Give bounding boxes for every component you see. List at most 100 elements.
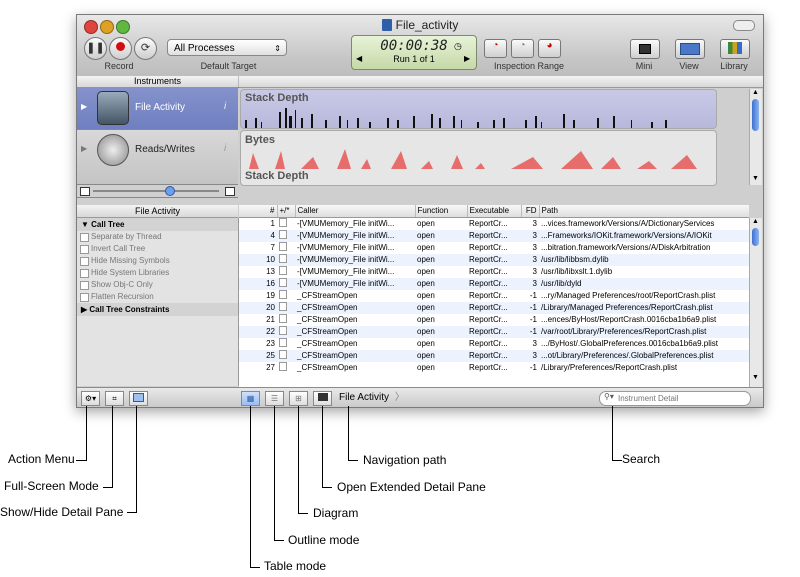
option-hide-missing-symbols[interactable]: Hide Missing Symbols	[77, 255, 238, 267]
mini-button[interactable]	[630, 39, 660, 59]
table-row[interactable]: 20 _CFStreamOpen open ReportCr... -1/Library…	[239, 302, 749, 314]
table-scrollbar[interactable]: ▲ ▼	[749, 218, 762, 387]
option-separate-by-thread[interactable]: Separate by Thread	[77, 231, 238, 243]
table-row[interactable]: 4 -[VMUMemory_File initWi... open ReportCr.…	[239, 230, 749, 242]
next-run-button[interactable]: ▶	[464, 54, 470, 63]
table-row[interactable]: 25 _CFStreamOpen open ReportCr... 3 ...ot/Lib…	[239, 350, 749, 362]
table-row[interactable]: 23 _CFStreamOpen open ReportCr... 3 .../ByHos…	[239, 338, 749, 350]
inspection-start-button[interactable]: ◔	[484, 39, 507, 58]
track-zoom-slider[interactable]	[77, 185, 238, 198]
cell-fd: -1	[529, 363, 537, 372]
inspection-end-icon: ◕	[546, 40, 553, 51]
library-button[interactable]	[720, 39, 750, 59]
navigation-path[interactable]: File Activity 〉	[339, 388, 415, 407]
col-executable[interactable]: Executable	[467, 205, 522, 218]
call-tree-section[interactable]: ▼ Call Tree	[77, 218, 238, 231]
document-icon	[381, 19, 392, 31]
mini-icon	[639, 44, 651, 54]
loop-icon: ⟳	[140, 42, 151, 54]
full-screen-button[interactable]: ⌗	[105, 391, 124, 406]
option-invert-call-tree[interactable]: Invert Call Tree	[77, 243, 238, 255]
view-button[interactable]	[675, 39, 705, 59]
table-row[interactable]: 22 _CFStreamOpen open ReportCr... -1/var/roo…	[239, 326, 749, 338]
run-display: 00:00:38 ◷ ◀ Run 1 of 1 ▶	[351, 35, 477, 70]
col-fd[interactable]: FD	[521, 205, 540, 218]
nav-path-label: File Activity	[339, 392, 390, 403]
scroll-up-icon[interactable]: ▲	[752, 218, 759, 225]
option-flatten-recursion[interactable]: Flatten Recursion	[77, 291, 238, 303]
row-checkbox[interactable]	[279, 338, 287, 347]
row-checkbox[interactable]	[279, 362, 287, 371]
stack-depth-bars	[245, 108, 667, 128]
table-row[interactable]: 21 _CFStreamOpen open ReportCr... -1 ...ences…	[239, 314, 749, 326]
cell-path: .../ByHost/.GlobalPreferences.0016cba1b6…	[541, 339, 718, 348]
table-row[interactable]: 19 _CFStreamOpen open ReportCr... -1 ...ry/Ma…	[239, 290, 749, 302]
row-checkbox[interactable]	[279, 326, 287, 335]
table-row[interactable]: 16 -[VMUMemory_File initWi... open ReportCr…	[239, 278, 749, 290]
track-scrollbar[interactable]: ▲ ▼	[749, 89, 762, 185]
cell-fd: -1	[529, 315, 537, 324]
row-checkbox[interactable]	[279, 218, 287, 227]
pause-button[interactable]: ❚❚	[84, 37, 107, 60]
cell-number: 25	[239, 350, 277, 362]
col-number[interactable]: #	[239, 205, 278, 218]
file-activity-graph[interactable]: Stack Depth	[240, 89, 717, 129]
col-plus[interactable]: +/*	[277, 205, 296, 218]
row-checkbox[interactable]	[279, 350, 287, 359]
info-icon[interactable]: i	[224, 143, 226, 154]
scroll-up-icon[interactable]: ▲	[752, 89, 759, 96]
inspection-end-button[interactable]: ◕	[538, 39, 561, 58]
table-row[interactable]: 13 -[VMUMemory_File initWi... open ReportCr…	[239, 266, 749, 278]
row-checkbox[interactable]	[279, 254, 287, 263]
table-row[interactable]: 27 _CFStreamOpen open ReportCr... -1/Library…	[239, 362, 749, 374]
row-checkbox[interactable]	[279, 302, 287, 311]
col-function[interactable]: Function	[415, 205, 468, 218]
table-row[interactable]: 1 -[VMUMemory_File initWi... open ReportCr.…	[239, 218, 749, 231]
cell-function: open	[417, 267, 435, 276]
cell-function: open	[415, 350, 467, 362]
callout-line	[612, 460, 622, 461]
disclosure-icon[interactable]: ▶	[81, 144, 87, 153]
outline-mode-button[interactable]: ☰	[265, 391, 284, 406]
constraints-section[interactable]: ▶ Call Tree Constraints	[77, 303, 238, 316]
info-icon[interactable]: i	[224, 101, 226, 112]
cell-checkbox	[277, 326, 295, 338]
table-mode-button[interactable]: ▦	[241, 391, 260, 406]
table-row[interactable]: 10 -[VMUMemory_File initWi... open ReportCr…	[239, 254, 749, 266]
process-select[interactable]: All Processes ⇕	[167, 39, 287, 56]
scroll-down-icon[interactable]: ▼	[752, 175, 759, 182]
extended-detail-button[interactable]	[313, 391, 332, 406]
toolbar-toggle-button[interactable]	[733, 20, 755, 31]
disclosure-icon[interactable]: ▶	[81, 102, 87, 111]
option-hide-system-libraries[interactable]: Hide System Libraries	[77, 267, 238, 279]
col-caller[interactable]: Caller	[295, 205, 416, 218]
search-input[interactable]	[618, 393, 744, 403]
cell-function: open	[415, 302, 467, 314]
col-path[interactable]: Path	[539, 205, 749, 218]
row-checkbox[interactable]	[279, 314, 287, 323]
detail-pane-toggle[interactable]	[129, 391, 148, 406]
option-show-objc-only[interactable]: Show Obj-C Only	[77, 279, 238, 291]
loop-button[interactable]: ⟳	[134, 37, 157, 60]
reads-writes-graph[interactable]: Bytes Stack Depth	[240, 130, 717, 186]
scroll-down-icon[interactable]: ▼	[752, 374, 759, 381]
cell-checkbox	[277, 242, 295, 254]
timeline-ruler[interactable]	[239, 76, 763, 88]
row-checkbox[interactable]	[279, 290, 287, 299]
record-button[interactable]	[109, 37, 132, 60]
scroll-thumb[interactable]	[752, 228, 759, 246]
row-checkbox[interactable]	[279, 278, 287, 287]
row-checkbox[interactable]	[279, 230, 287, 239]
call-tree-label: Call Tree	[91, 220, 125, 229]
inspection-clear-button[interactable]: ◔	[511, 39, 534, 58]
action-menu-button[interactable]: ⚙▾	[81, 391, 100, 406]
table-row[interactable]: 7 -[VMUMemory_File initWi... open ReportCr.…	[239, 242, 749, 254]
row-checkbox[interactable]	[279, 242, 287, 251]
scroll-thumb[interactable]	[752, 99, 759, 131]
track-file-activity[interactable]: ▶ File Activity i	[77, 87, 238, 130]
diagram-button[interactable]: ⊞	[289, 391, 308, 406]
row-checkbox[interactable]	[279, 266, 287, 275]
track-reads-writes[interactable]: ▶ Reads/Writes i	[77, 130, 238, 185]
search-field[interactable]: ⚲▾	[599, 391, 751, 406]
zoom-knob[interactable]	[165, 186, 175, 196]
